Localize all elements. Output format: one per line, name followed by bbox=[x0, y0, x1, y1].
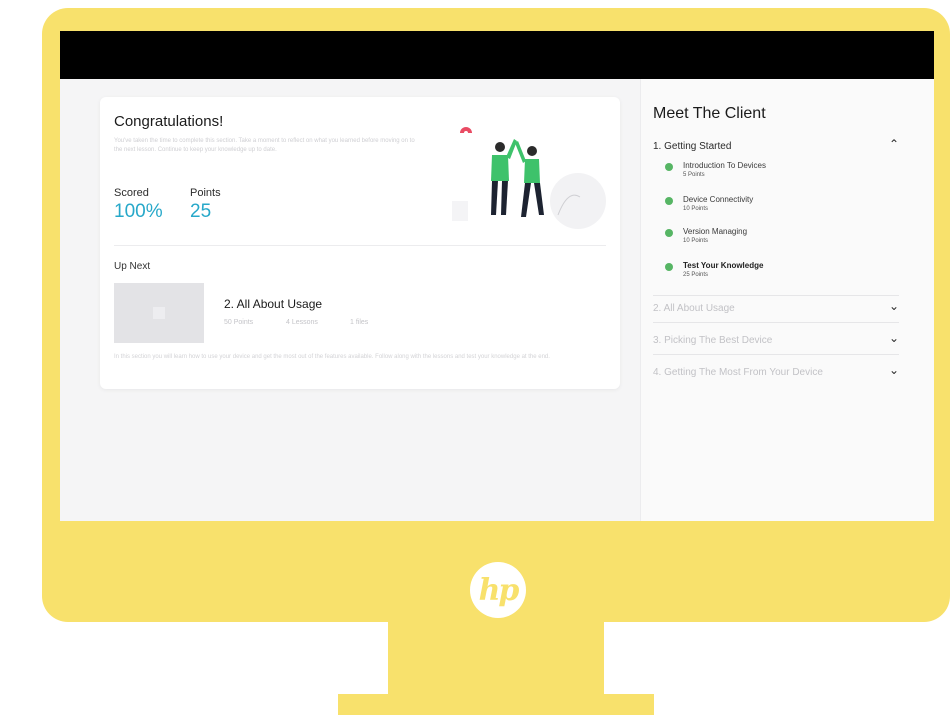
section-getting-started[interactable]: 1. Getting Started ⌃ bbox=[653, 133, 899, 161]
scored-value: 100% bbox=[114, 201, 163, 222]
lesson-title: Version Managing bbox=[683, 227, 748, 236]
up-next-label: Up Next bbox=[114, 261, 151, 272]
lesson-introduction-to-devices[interactable]: Introduction To Devices 5 Points bbox=[665, 161, 865, 187]
chevron-down-icon[interactable]: ⌄ bbox=[889, 331, 899, 345]
next-section-files: 1 files bbox=[350, 319, 369, 326]
section-divider bbox=[653, 322, 899, 323]
lesson-title: Device Connectivity bbox=[683, 195, 754, 204]
screen: Congratulations! You've taken the time t… bbox=[60, 31, 934, 521]
lesson-version-managing[interactable]: Version Managing 10 Points bbox=[665, 227, 865, 253]
lesson-points: 5 Points bbox=[683, 172, 705, 178]
next-section-description: In this section you will learn how to us… bbox=[114, 354, 550, 360]
next-section-lessons: 4 Lessons bbox=[286, 319, 318, 326]
top-navigation-bar bbox=[60, 31, 934, 79]
chevron-down-icon[interactable]: ⌄ bbox=[889, 363, 899, 377]
lesson-points: 10 Points bbox=[683, 238, 709, 244]
completion-card: Congratulations! You've taken the time t… bbox=[100, 97, 620, 389]
lesson-title: Introduction To Devices bbox=[683, 161, 767, 170]
points-value: 25 bbox=[190, 201, 212, 222]
monitor-stand-base bbox=[338, 694, 654, 715]
section-picking-the-best-device[interactable]: 3. Picking The Best Device ⌄ bbox=[653, 327, 899, 355]
section-label: 4. Getting The Most From Your Device bbox=[653, 367, 823, 378]
scored-label: Scored bbox=[114, 187, 149, 199]
section-all-about-usage[interactable]: 2. All About Usage ⌄ bbox=[653, 295, 899, 323]
course-outline-sidebar: Meet The Client 1. Getting Started ⌃ Int… bbox=[640, 79, 934, 521]
high-five-illustration bbox=[452, 127, 606, 229]
section-label: 1. Getting Started bbox=[653, 141, 732, 152]
chevron-up-icon[interactable]: ⌃ bbox=[889, 137, 899, 151]
section-label: 2. All About Usage bbox=[653, 303, 735, 314]
section-divider bbox=[653, 295, 899, 296]
section-divider bbox=[114, 245, 606, 246]
play-icon bbox=[153, 307, 165, 319]
completion-description: You've taken the time to complete this s… bbox=[114, 138, 415, 153]
next-section-points: 50 Points bbox=[224, 319, 254, 326]
check-icon bbox=[665, 197, 673, 205]
lesson-test-your-knowledge[interactable]: Test Your Knowledge 25 Points bbox=[665, 261, 865, 287]
page-title: Congratulations! bbox=[114, 113, 224, 130]
section-getting-the-most[interactable]: 4. Getting The Most From Your Device ⌄ bbox=[653, 359, 899, 387]
next-section-title[interactable]: 2. All About Usage bbox=[224, 297, 322, 311]
hp-logo: hp bbox=[470, 562, 526, 618]
lesson-title: Test Your Knowledge bbox=[683, 261, 764, 270]
section-label: 3. Picking The Best Device bbox=[653, 335, 773, 346]
check-icon bbox=[665, 263, 673, 271]
check-icon bbox=[665, 229, 673, 237]
chevron-down-icon[interactable]: ⌄ bbox=[889, 299, 899, 313]
monitor-stand-neck bbox=[388, 620, 604, 696]
next-section-thumbnail[interactable] bbox=[114, 283, 204, 343]
points-label: Points bbox=[190, 187, 221, 199]
lesson-points: 25 Points bbox=[683, 272, 709, 278]
lesson-device-connectivity[interactable]: Device Connectivity 10 Points bbox=[665, 195, 865, 221]
monitor-mockup: hp Congratulations! You've taken the tim… bbox=[0, 0, 950, 715]
check-icon bbox=[665, 163, 673, 171]
sidebar-title: Meet The Client bbox=[653, 105, 766, 122]
section-divider bbox=[653, 354, 899, 355]
lesson-points: 10 Points bbox=[683, 206, 709, 212]
